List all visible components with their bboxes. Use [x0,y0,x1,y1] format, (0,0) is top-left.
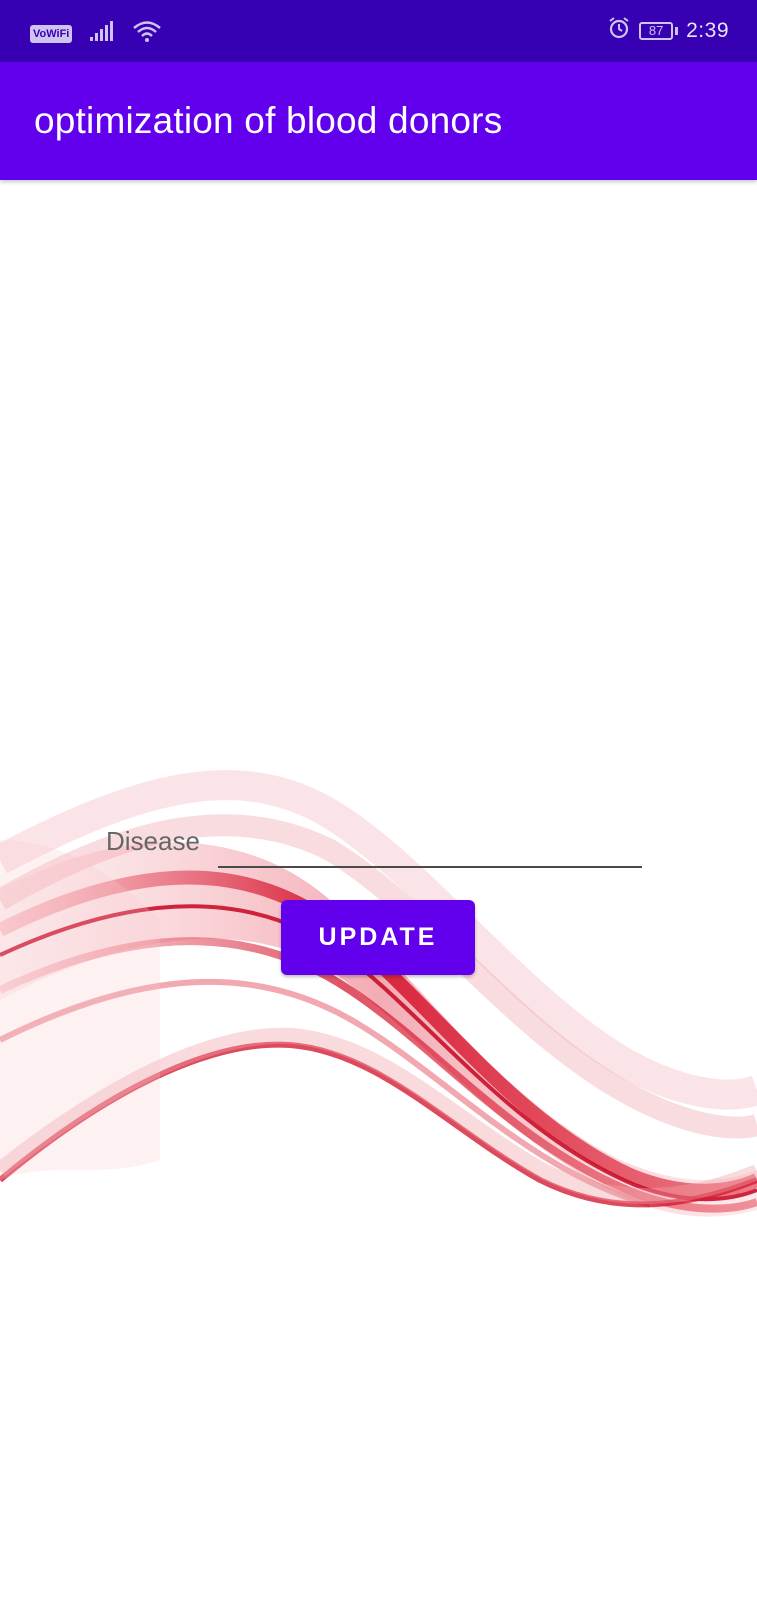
disease-label: Disease [106,826,200,856]
app-bar: optimization of blood donors [0,62,757,180]
signal-icon [90,20,114,47]
alarm-icon [607,16,631,45]
status-right: 87 2:39 [607,16,729,45]
battery-icon: 87 [639,21,674,40]
disease-input[interactable] [218,818,642,868]
status-bar: VoWiFi 87 2:39 [0,0,757,62]
vowifi-badge: VoWiFi [30,24,73,43]
update-button[interactable]: UPDATE [281,900,475,975]
screen: VoWiFi 87 2:39 optimization of blood don… [0,0,757,1600]
wifi-icon [132,19,162,48]
battery-tip [675,26,679,35]
status-time: 2:39 [686,18,729,42]
battery-level: 87 [648,22,664,38]
status-left: VoWiFi [30,19,162,48]
app-title: optimization of blood donors [34,100,503,141]
